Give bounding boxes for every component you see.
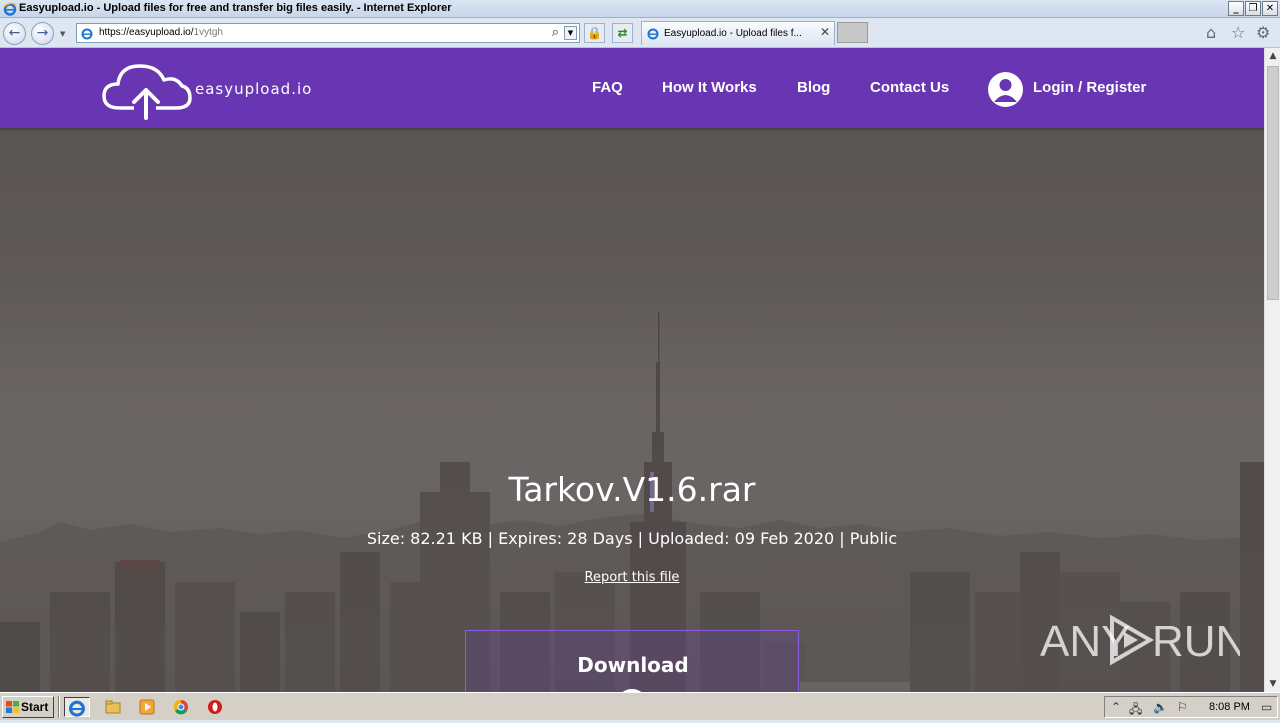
start-label: Start bbox=[21, 700, 49, 714]
taskbar-opera-icon[interactable] bbox=[205, 697, 225, 717]
favorites-icon[interactable]: ☆ bbox=[1231, 24, 1245, 42]
page-icon bbox=[81, 28, 93, 40]
close-button[interactable]: ✕ bbox=[1262, 1, 1278, 16]
scroll-up-icon[interactable]: ▲ bbox=[1265, 48, 1280, 64]
hero-background bbox=[0, 48, 1264, 692]
file-name: Tarkov.V1.6.rar bbox=[508, 470, 756, 509]
minimize-button[interactable]: _ bbox=[1228, 1, 1244, 16]
home-icon[interactable]: ⌂ bbox=[1206, 24, 1216, 42]
user-avatar-icon[interactable] bbox=[988, 72, 1023, 107]
cloud-upload-logo-icon[interactable] bbox=[100, 58, 192, 120]
tab-page-icon bbox=[647, 28, 659, 40]
nav-contact-us[interactable]: Contact Us bbox=[870, 79, 949, 96]
ie-logo-icon bbox=[3, 2, 17, 16]
windows-flag-icon bbox=[6, 701, 19, 713]
browser-navbar: ← → ▼ https://easyupload.io/1vytgh ⌕ ▼ 🔒… bbox=[0, 18, 1280, 48]
tab-title: Easyupload.io - Upload files f... bbox=[664, 28, 802, 39]
windows-taskbar: Start ⌃ 🖧 🔈 ⚐ 8:08 PM ▭ bbox=[0, 692, 1280, 720]
anyrun-watermark: ANY RUN bbox=[1040, 610, 1247, 670]
action-center-flag-icon[interactable]: ⚐ bbox=[1177, 700, 1188, 714]
tab-close-icon[interactable]: ✕ bbox=[820, 25, 830, 39]
address-dropdown-icon[interactable]: ▼ bbox=[564, 26, 577, 40]
page-viewport: easyupload.io FAQ How It Works Blog Cont… bbox=[0, 48, 1264, 692]
address-bar[interactable]: https://easyupload.io/1vytgh ⌕ ▼ bbox=[76, 23, 580, 43]
window-title: Easyupload.io - Upload files for free an… bbox=[19, 2, 452, 14]
lock-icon[interactable]: 🔒 bbox=[584, 23, 605, 43]
url-text[interactable]: https://easyupload.io/1vytgh bbox=[99, 27, 223, 38]
page-scrollbar[interactable]: ▲ ▼ bbox=[1264, 48, 1280, 692]
forward-button[interactable]: → bbox=[31, 22, 54, 45]
volume-icon[interactable]: 🔈 bbox=[1153, 700, 1168, 714]
refresh-icon[interactable]: ⇄ bbox=[612, 23, 633, 43]
taskbar-clock[interactable]: 8:08 PM bbox=[1209, 701, 1250, 713]
search-icon[interactable]: ⌕ bbox=[552, 25, 559, 40]
show-hidden-icons-icon[interactable]: ⌃ bbox=[1111, 700, 1121, 714]
back-button[interactable]: ← bbox=[3, 22, 26, 45]
nav-faq[interactable]: FAQ bbox=[592, 79, 623, 96]
new-tab-button[interactable] bbox=[837, 22, 868, 43]
forward-icon: → bbox=[36, 25, 49, 41]
nav-blog[interactable]: Blog bbox=[797, 79, 830, 96]
restore-button[interactable]: ❐ bbox=[1245, 1, 1261, 16]
window-titlebar: Easyupload.io - Upload files for free an… bbox=[0, 0, 1280, 18]
system-tray: ⌃ 🖧 🔈 ⚐ 8:08 PM ▭ bbox=[1104, 696, 1278, 718]
site-header: easyupload.io FAQ How It Works Blog Cont… bbox=[0, 48, 1264, 128]
report-file-link[interactable]: Report this file bbox=[0, 570, 1264, 585]
history-dropdown-icon[interactable]: ▼ bbox=[60, 30, 65, 38]
taskbar-explorer-icon[interactable] bbox=[103, 697, 123, 717]
start-button[interactable]: Start bbox=[2, 696, 54, 718]
file-info: Size: 82.21 KB | Expires: 28 Days | Uplo… bbox=[366, 529, 898, 548]
back-icon: ← bbox=[8, 25, 21, 41]
taskbar-ie-icon[interactable] bbox=[64, 697, 90, 717]
network-icon[interactable]: 🖧 bbox=[1129, 700, 1142, 721]
download-button[interactable]: Download bbox=[465, 630, 799, 692]
nav-how-it-works[interactable]: How It Works bbox=[662, 79, 757, 96]
taskbar-chrome-icon[interactable] bbox=[171, 697, 191, 717]
scroll-down-icon[interactable]: ▼ bbox=[1265, 676, 1280, 692]
logo-text[interactable]: easyupload.io bbox=[195, 80, 312, 98]
show-desktop-icon[interactable]: ▭ bbox=[1261, 700, 1272, 714]
settings-icon[interactable]: ⚙ bbox=[1256, 24, 1270, 42]
scroll-thumb[interactable] bbox=[1267, 66, 1279, 300]
nav-login-register[interactable]: Login / Register bbox=[1033, 79, 1146, 96]
taskbar-media-player-icon[interactable] bbox=[137, 697, 157, 717]
download-label: Download bbox=[577, 653, 689, 677]
browser-tab[interactable]: Easyupload.io - Upload files f... ✕ bbox=[641, 21, 835, 45]
watermark-run: RUN bbox=[1152, 617, 1240, 666]
